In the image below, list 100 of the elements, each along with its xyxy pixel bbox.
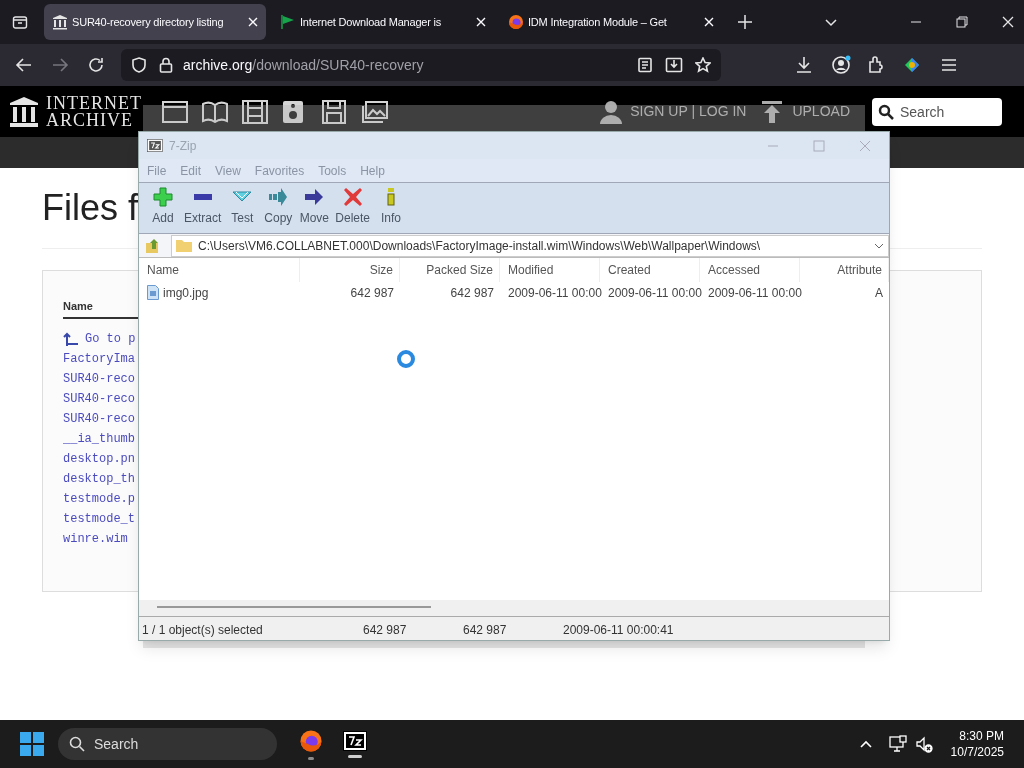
column-header[interactable]: Size [369, 261, 393, 279]
tab-title: SUR40-recovery directory listing [72, 14, 225, 30]
table-cell-text: img0.jpg [163, 284, 209, 302]
address-bar[interactable]: archive.org/download/SUR40-recovery [121, 49, 721, 81]
firefox-icon [299, 728, 323, 753]
toolbar-button[interactable]: Test [224, 187, 261, 227]
table-cell-text: 2009-06-11 00:00 [608, 284, 702, 302]
file-link[interactable]: winre.wim [63, 530, 128, 548]
file-link[interactable]: SUR40-reco [63, 410, 135, 428]
web-icon[interactable] [162, 100, 188, 123]
file-link[interactable]: SUR40-reco [63, 370, 135, 388]
file-link[interactable]: desktop_th [63, 470, 135, 488]
star-icon[interactable] [695, 57, 711, 73]
logo-text: ARCHIVE [46, 111, 134, 129]
copy-icon [268, 187, 289, 207]
back-icon[interactable] [15, 56, 33, 74]
column-header[interactable]: Name [147, 261, 179, 279]
image-icon[interactable] [362, 100, 388, 123]
horizontal-scrollbar[interactable] [157, 606, 431, 608]
flag-icon [280, 14, 296, 30]
table-cell-text: 2009-06-11 00:00 [708, 284, 802, 302]
archive-app-icon [147, 139, 163, 152]
account-icon[interactable] [831, 55, 851, 75]
status-text: 642 987 [363, 622, 407, 637]
restore-icon[interactable] [956, 16, 968, 28]
busy-cursor-icon [396, 349, 416, 369]
temple-logo-icon[interactable] [10, 96, 38, 127]
browser-tab[interactable]: IDM Integration Module – Get [500, 4, 722, 40]
file-link[interactable]: desktop.pn [63, 450, 135, 468]
toolbar-button[interactable]: Move [296, 187, 333, 227]
toolbar-button[interactable]: Info [373, 187, 410, 227]
file-link[interactable]: __ia_thumb [63, 430, 135, 448]
speaker-icon[interactable] [282, 99, 304, 124]
browser-tab[interactable]: SUR40-recovery directory listing [44, 4, 266, 40]
logo-text: INTERNET [46, 94, 142, 112]
table-cell-text: 2009-06-11 00:00 [508, 284, 602, 302]
sign-up-login-link[interactable]: SIGN UP | LOG IN [630, 101, 747, 122]
temple-icon [52, 14, 68, 30]
speaker-muted-icon[interactable] [914, 735, 933, 753]
file-row[interactable]: img0.jpg 642 987 642 987 2009-06-11 00:00 2009-06-11 00:00 2009-06-11 00:00 A [139, 282, 889, 303]
up-arrow-icon [63, 332, 79, 346]
window-title: 7-Zip [169, 137, 197, 155]
folder-icon [176, 239, 192, 252]
tab-list-icon[interactable] [12, 14, 28, 30]
clock-time[interactable]: 8:30 PM [959, 728, 1004, 744]
new-tab-icon[interactable] [738, 15, 752, 29]
image-file-icon [147, 285, 159, 300]
forward-icon[interactable] [51, 56, 69, 74]
lock-icon [159, 57, 173, 73]
status-text: 1 / 1 object(s) selected [142, 622, 263, 637]
close-tab-icon[interactable] [476, 17, 486, 27]
upload-link[interactable]: UPLOAD [792, 101, 850, 122]
upload-icon[interactable] [762, 100, 783, 123]
file-link[interactable]: testmode.p [63, 490, 135, 508]
clock-date[interactable]: 10/7/2025 [950, 744, 1004, 760]
search-field[interactable]: Search [872, 97, 1002, 126]
download-tray-icon[interactable] [665, 57, 683, 73]
url-text: archive.org/download/SUR40-recovery [183, 55, 424, 75]
table-cell-text: 642 987 [450, 284, 494, 302]
column-header[interactable]: Modified [508, 261, 554, 279]
extensions-icon[interactable] [867, 56, 885, 74]
column-header[interactable]: Attribute [837, 261, 882, 279]
column-header[interactable]: Created [608, 261, 651, 279]
reader-view-icon[interactable] [637, 57, 653, 73]
firefox-icon [508, 14, 524, 30]
folder-up-icon[interactable] [145, 237, 161, 254]
downloads-icon[interactable] [795, 56, 813, 74]
file-link[interactable]: SUR40-reco [63, 390, 135, 408]
close-tab-icon[interactable] [248, 17, 258, 27]
path-field[interactable]: C:\Users\VM6.COLLABNET.000\Downloads\FactoryImage-install.wim\Windows\Web\Wallpaper\Windows\ [171, 234, 889, 257]
toolbar-button[interactable]: Extract [181, 187, 225, 227]
archive-app-icon [343, 730, 367, 751]
browser-tab[interactable]: Internet Download Manager is [272, 4, 494, 40]
status-text: 2009-06-11 00:00:41 [563, 622, 674, 637]
toolbar-button[interactable]: Add [145, 187, 181, 227]
add-icon [153, 187, 173, 207]
windows-start-icon[interactable] [20, 732, 44, 756]
file-link[interactable]: FactoryIma [63, 350, 135, 368]
taskbar-search[interactable]: Search [58, 728, 277, 760]
toolbar-button[interactable]: Copy [260, 187, 297, 227]
network-icon[interactable] [888, 735, 907, 753]
tab-title: Internet Download Manager is [300, 14, 443, 30]
extension-icon[interactable] [903, 56, 921, 74]
move-icon [304, 187, 325, 207]
search-icon [69, 736, 85, 752]
shield-icon [131, 57, 147, 73]
column-header[interactable]: Packed Size [426, 261, 493, 279]
book-icon[interactable] [202, 100, 228, 123]
reload-icon[interactable] [87, 56, 105, 74]
tab-title: IDM Integration Module – Get [528, 14, 668, 30]
user-icon[interactable] [600, 99, 623, 124]
file-link[interactable]: testmode_t [63, 510, 135, 528]
menu-icon[interactable] [941, 58, 957, 72]
column-header[interactable]: Accessed [708, 261, 761, 279]
table-cell-text: A [875, 284, 883, 302]
film-icon[interactable] [242, 99, 268, 124]
status-text: 642 987 [463, 622, 507, 637]
toolbar-button[interactable]: Delete [332, 187, 374, 227]
close-tab-icon[interactable] [704, 17, 714, 27]
file-link[interactable]: Go to p [85, 330, 136, 348]
